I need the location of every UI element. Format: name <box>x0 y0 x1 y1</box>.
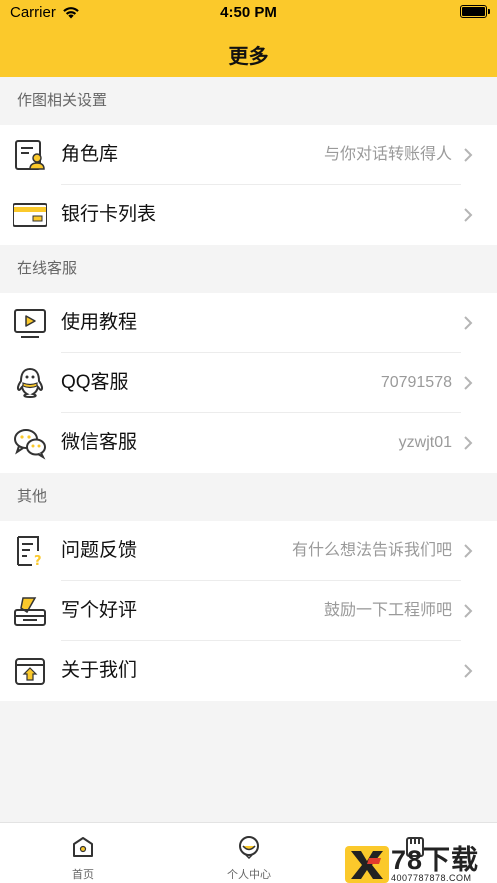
row-detail: 有什么想法告诉我们吧 <box>291 542 452 559</box>
row-detail: 鼓励一下工程师吧 <box>323 602 452 619</box>
svg-text:?: ? <box>34 554 42 568</box>
watermark-logo: 78下载 4007787878.COM <box>345 846 497 883</box>
watermark-subtext: 4007787878.COM <box>391 873 472 883</box>
tab-label: 首页 <box>72 869 94 881</box>
wechat-icon <box>14 429 46 460</box>
qq-icon <box>16 367 44 399</box>
row-label: 银行卡列表 <box>61 204 157 225</box>
row-qq-support[interactable]: QQ客服 70791578 <box>0 353 497 413</box>
section-header-online-support: 在线客服 <box>0 245 497 293</box>
chevron-right-icon <box>464 316 473 330</box>
chevron-right-icon <box>464 436 473 450</box>
video-tutorial-icon <box>14 309 46 338</box>
row-role-library[interactable]: 角色库 与你对话转账得人 <box>0 125 497 185</box>
bank-card-icon <box>13 203 47 227</box>
group-drawing-settings: 角色库 与你对话转账得人 银行卡列表 <box>0 125 497 245</box>
group-online-support: 使用教程 QQ客服 70791578 微信客服 yzwjt01 <box>0 293 497 473</box>
row-bank-card-list[interactable]: 银行卡列表 <box>0 185 497 245</box>
page-title: 更多 <box>228 46 269 68</box>
row-label: 问题反馈 <box>61 540 138 561</box>
chevron-right-icon <box>464 664 473 678</box>
role-library-icon <box>15 140 45 170</box>
row-label: 关于我们 <box>61 660 138 681</box>
chevron-right-icon <box>464 604 473 618</box>
tab-label: 个人中心 <box>227 869 271 881</box>
tab-home[interactable]: 首页 <box>0 823 166 883</box>
home-icon <box>73 837 93 857</box>
row-label: QQ客服 <box>61 372 129 393</box>
top-bar: Carrier 4:50 PM 更多 <box>0 0 497 77</box>
section-header-drawing-settings: 作图相关设置 <box>0 77 497 125</box>
row-detail: 70791578 <box>380 374 452 391</box>
chevron-right-icon <box>464 148 473 162</box>
tab-profile[interactable]: 个人中心 <box>166 823 332 883</box>
battery-icon <box>460 5 490 18</box>
row-feedback[interactable]: ? 问题反馈 有什么想法告诉我们吧 <box>0 521 497 581</box>
chevron-right-icon <box>464 544 473 558</box>
row-tutorial[interactable]: 使用教程 <box>0 293 497 353</box>
about-icon <box>15 658 45 685</box>
row-label: 角色库 <box>61 144 119 165</box>
profile-icon <box>239 836 259 859</box>
status-time: 4:50 PM <box>220 4 277 21</box>
row-label: 微信客服 <box>61 432 138 453</box>
watermark-text: 78下载 <box>391 845 480 875</box>
status-bar: Carrier 4:50 PM <box>0 0 497 26</box>
group-other: ? 问题反馈 有什么想法告诉我们吧 写个好评 鼓励一下工程师吧 关于我们 <box>0 521 497 701</box>
rate-icon <box>14 597 46 626</box>
row-detail: 与你对话转账得人 <box>323 146 452 163</box>
section-header-other: 其他 <box>0 473 497 521</box>
chevron-right-icon <box>464 208 473 222</box>
row-label: 写个好评 <box>61 600 138 621</box>
row-about-us[interactable]: 关于我们 <box>0 641 497 701</box>
chevron-right-icon <box>464 376 473 390</box>
row-wechat-support[interactable]: 微信客服 yzwjt01 <box>0 413 497 473</box>
row-label: 使用教程 <box>61 312 138 333</box>
row-write-review[interactable]: 写个好评 鼓励一下工程师吧 <box>0 581 497 641</box>
feedback-icon: ? <box>17 536 42 568</box>
row-detail: yzwjt01 <box>398 434 452 451</box>
watermark-x-icon <box>345 846 389 883</box>
